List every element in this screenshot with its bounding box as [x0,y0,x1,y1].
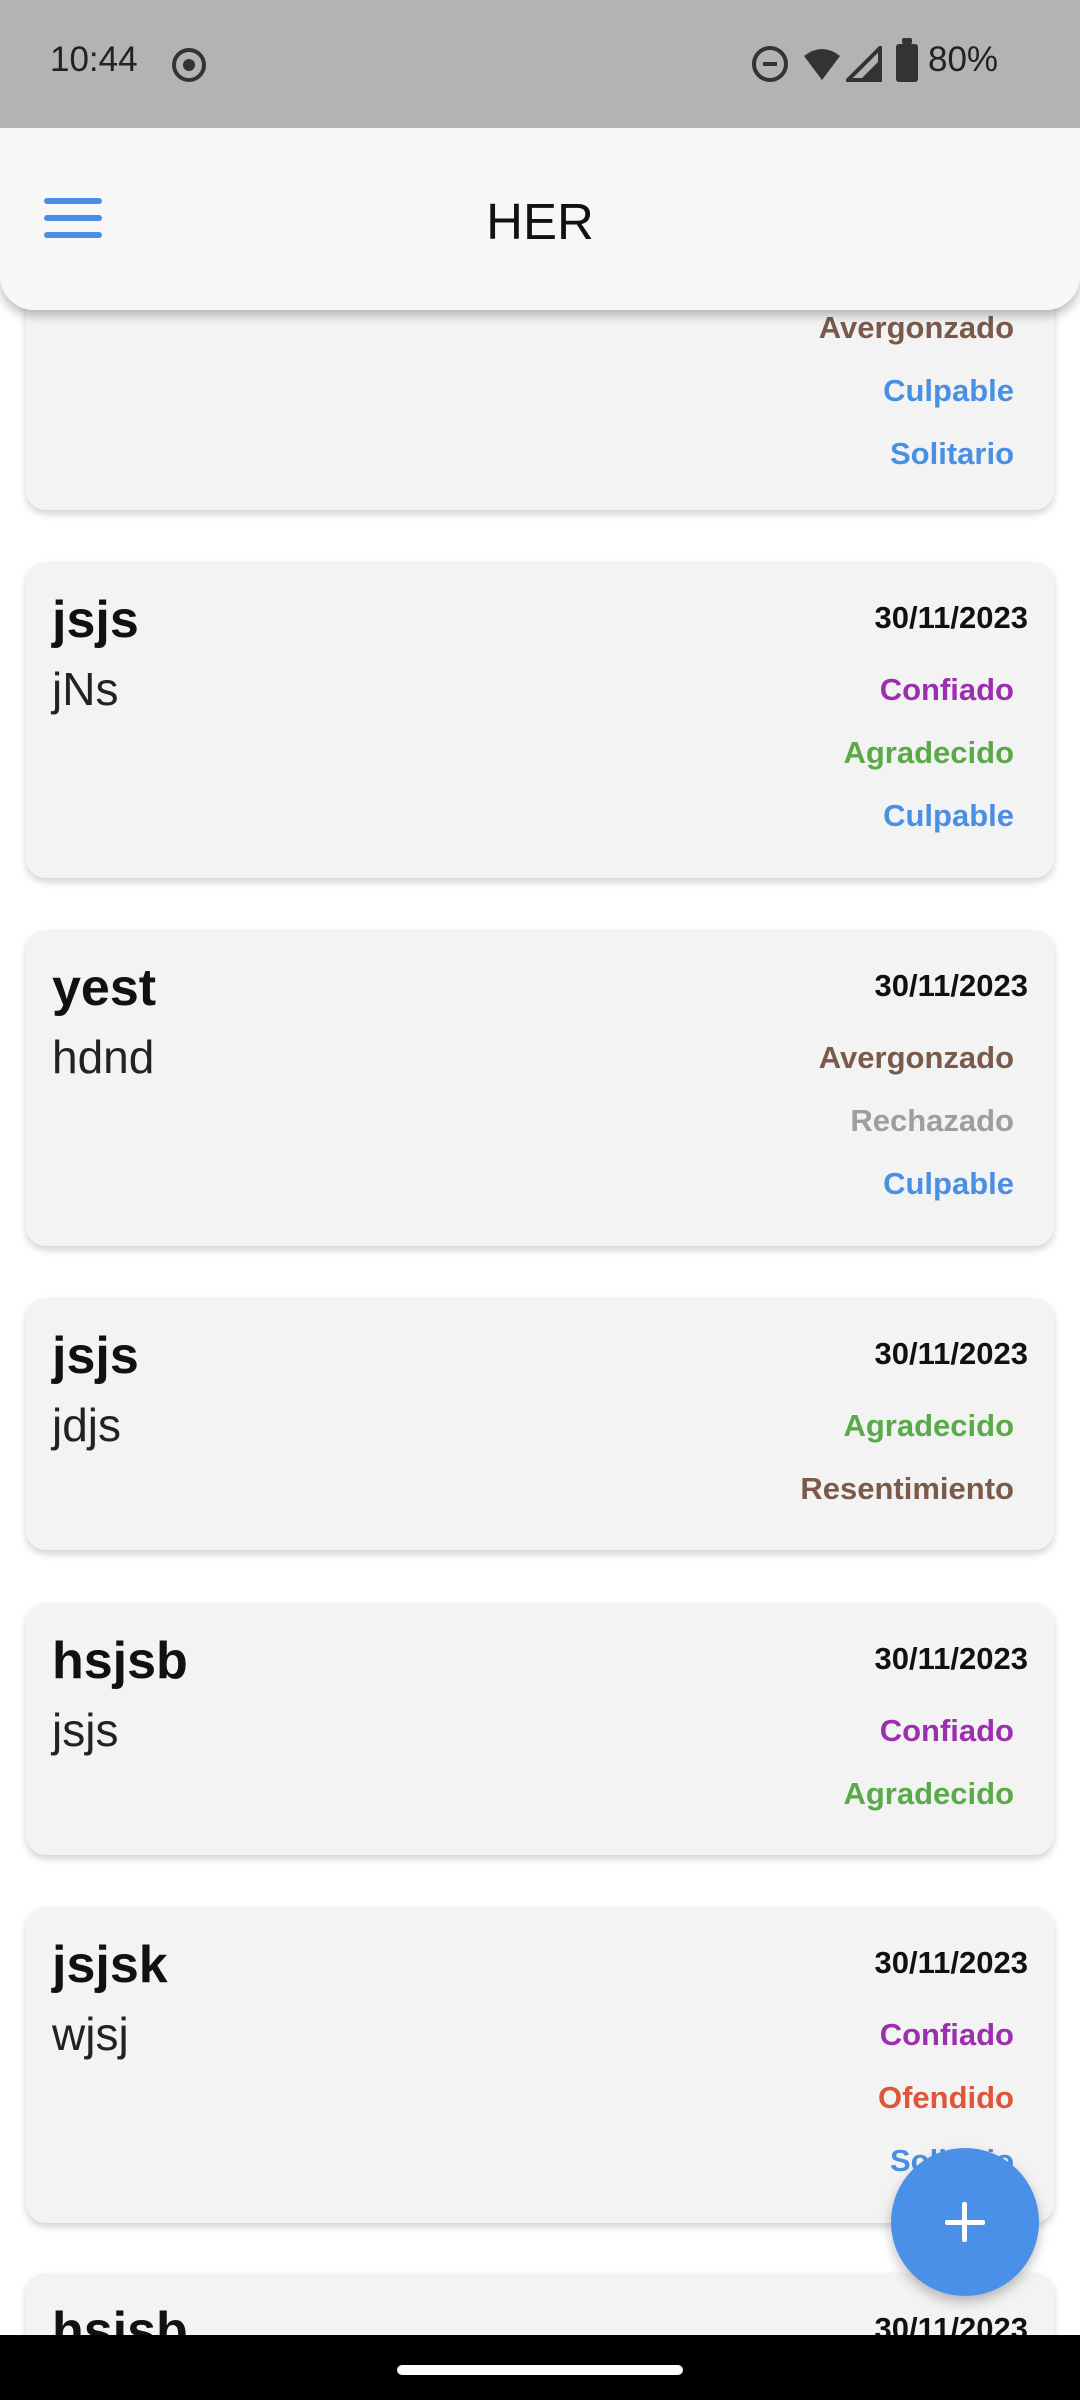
emotion-label: Agradecido [843,735,1014,770]
emotion-label: Rechazado [850,1103,1014,1138]
emotion-label: Confiado [879,672,1014,707]
emotion-label: Confiado [879,2017,1014,2052]
entry-date: 30/11/2023 [874,968,1028,1003]
entry-description: hdnd [52,1031,155,1083]
app-bar: HER [0,128,1080,310]
cell-signal-icon [846,46,882,82]
do-not-disturb-icon [752,46,788,82]
emotion-label: Ofendido [877,2080,1014,2115]
entry-date: 30/11/2023 [874,1336,1028,1371]
entry-card[interactable]: yest 30/11/2023 hdnd Avergonzado Rechaza… [26,930,1054,1246]
status-time: 10:44 [50,40,138,79]
emotion-label: Culpable [883,798,1014,833]
emotion-list: Confiado Agradecido Culpable [843,670,1014,859]
battery-percent: 80% [928,40,999,79]
system-nav-bar [0,2335,1080,2400]
entry-card[interactable]: hsjsb 30/11/2023 jsjs Confiado Agradecid… [26,1603,1054,1855]
entry-card[interactable]: jsjsk 30/11/2023 wjsj Confiado Ofendido … [26,1907,1054,2223]
wifi-icon [804,49,840,80]
home-gesture-handle[interactable] [397,2365,683,2375]
screen: Avergonzado Culpable Solitario jsjs 30/1… [0,0,1080,2400]
entry-title: jsjs [52,1327,139,1385]
emotion-label: Agradecido [843,1776,1014,1811]
emotion-label: Confiado [879,1713,1014,1748]
emotion-label: Resentimiento [800,1471,1014,1506]
emotion-list: Avergonzado Rechazado Culpable [819,1038,1014,1227]
entry-card[interactable]: jsjs 30/11/2023 jNs Confiado Agradecido … [26,562,1054,878]
entry-date: 30/11/2023 [874,600,1028,635]
entry-date: 30/11/2023 [874,1945,1028,1980]
app-title: HER [486,193,594,250]
entry-card[interactable]: jsjs 30/11/2023 jdjs Agradecido Resentim… [26,1298,1054,1550]
entry-title: yest [52,959,157,1017]
entry-description: jsjs [52,1704,119,1756]
entry-date: 30/11/2023 [874,2311,1028,2335]
add-entry-button[interactable] [891,2148,1039,2296]
screen-record-icon [172,48,206,82]
emotion-label: Agradecido [843,1408,1014,1443]
emotion-label: Solitario [889,436,1014,471]
entry-description: wjsj [52,2008,129,2060]
entry-title: hsjsb [52,1632,188,1690]
emotion-label: Culpable [883,373,1014,408]
entry-title: jsjsk [52,1936,168,1994]
entry-description: jdjs [52,1399,122,1451]
emotion-list: Confiado Agradecido [843,1711,1014,1837]
entry-title: jsjs [52,591,139,649]
emotion-list: Agradecido Resentimiento [800,1406,1014,1532]
battery-icon [896,38,918,82]
entry-title: hsjsb [52,2302,188,2335]
entry-date: 30/11/2023 [874,1641,1028,1676]
entry-card[interactable]: hsjsb 30/11/2023 [26,2273,1054,2335]
emotion-label: Culpable [883,1166,1014,1201]
entry-description: jNs [52,663,119,715]
emotion-label: Avergonzado [818,1040,1014,1075]
emotion-list: Avergonzado Culpable Solitario [819,308,1014,497]
status-bar: 10:44 80% [0,0,1080,128]
entries-list[interactable]: Avergonzado Culpable Solitario jsjs 30/1… [0,0,1080,2335]
emotion-label: Avergonzado [818,310,1014,345]
